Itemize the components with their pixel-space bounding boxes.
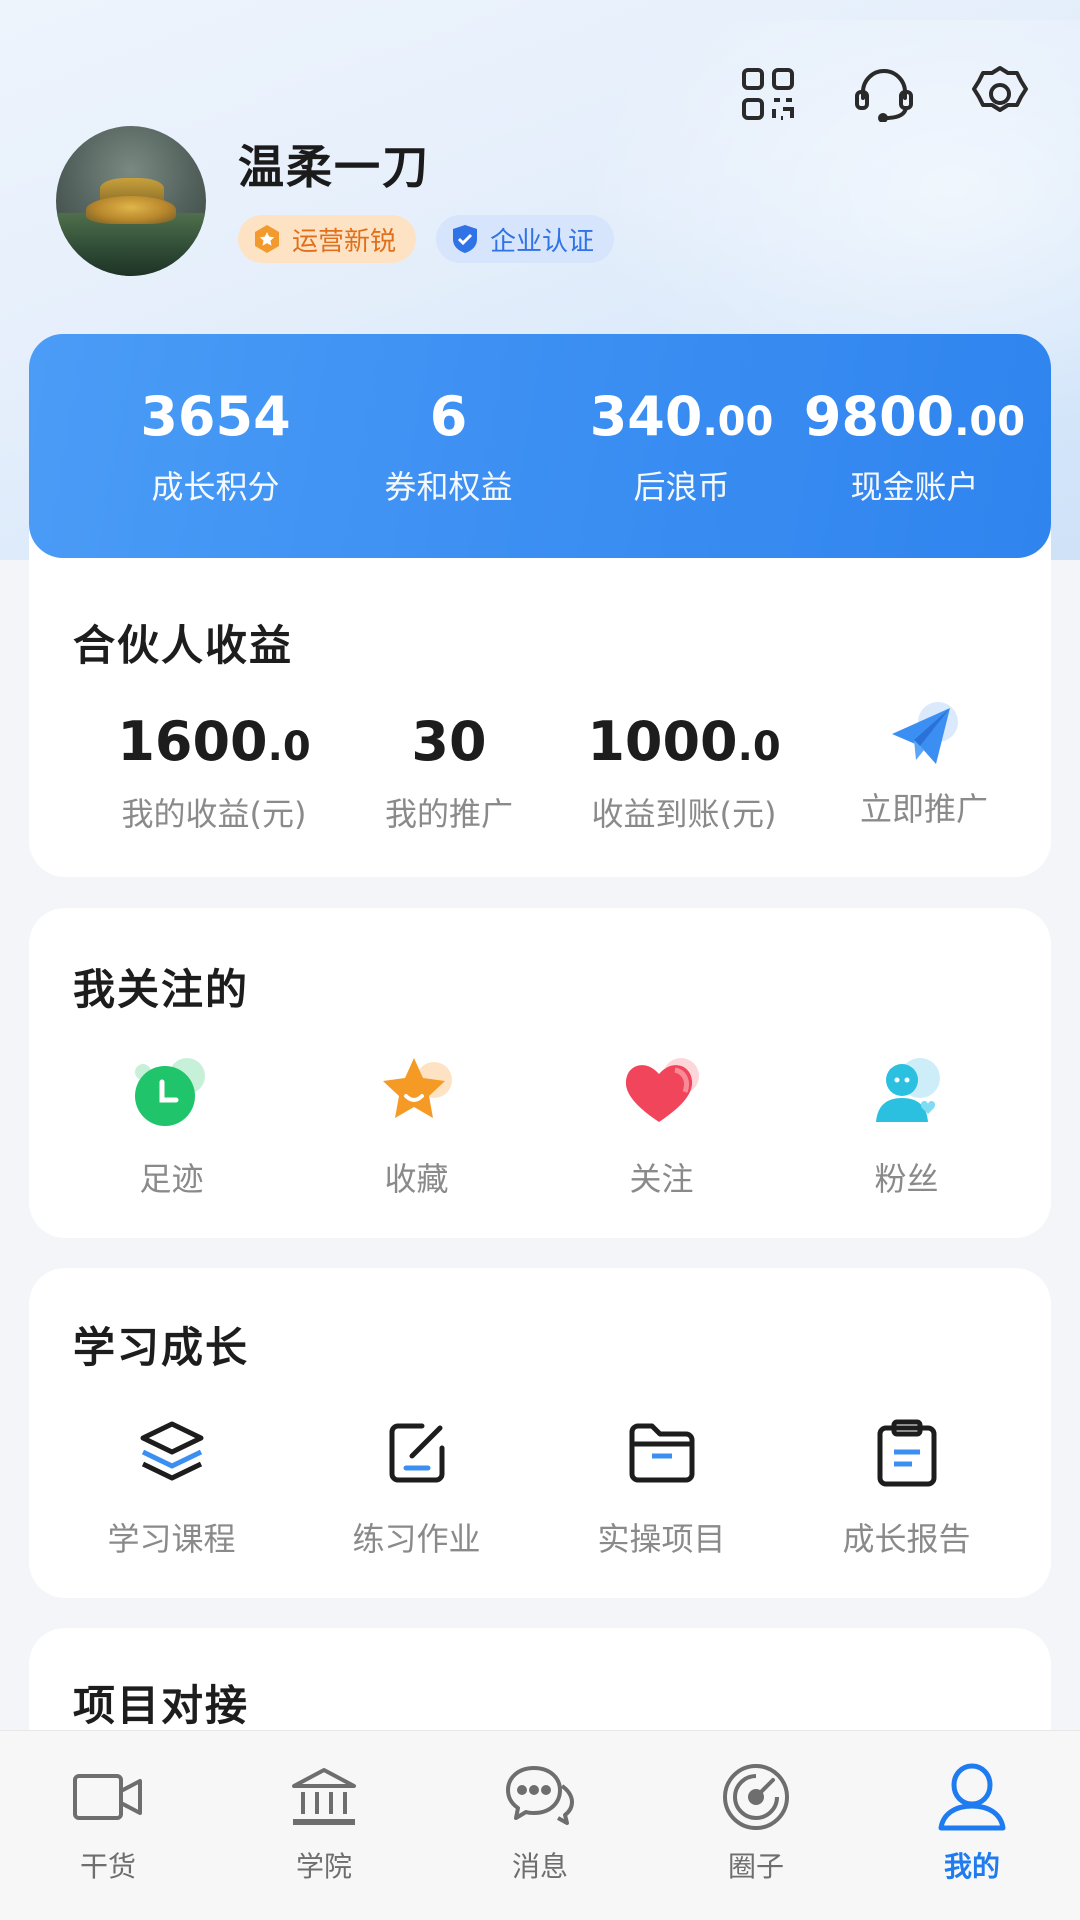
courses-item[interactable]: 学习课程 xyxy=(49,1408,294,1560)
section-title: 学习成长 xyxy=(73,1323,250,1372)
video-icon xyxy=(68,1757,148,1837)
badge-enterprise[interactable]: 企业认证 xyxy=(436,215,615,263)
settings-icon[interactable] xyxy=(968,62,1032,126)
badge-operation[interactable]: 运营新锐 xyxy=(238,215,417,263)
clock-icon xyxy=(127,1048,217,1138)
message-icon xyxy=(500,1757,580,1837)
badge-label: 运营新锐 xyxy=(292,226,397,257)
stat-coupons[interactable]: 6 券和权益 xyxy=(332,385,565,508)
circle-icon xyxy=(716,1757,796,1837)
earnings-received[interactable]: 1000.0 收益到账(元) xyxy=(559,710,809,835)
stat-label: 券和权益 xyxy=(384,467,513,506)
favorites-item[interactable]: 收藏 xyxy=(294,1048,539,1200)
heart-icon xyxy=(617,1048,707,1138)
growth-report-item[interactable]: 成长报告 xyxy=(784,1408,1029,1560)
header-actions xyxy=(736,62,1032,126)
profile-icon xyxy=(932,1757,1012,1837)
section-title: 项目对接 xyxy=(73,1681,250,1730)
user-name: 温柔一刀 xyxy=(238,140,430,194)
stat-label: 成长积分 xyxy=(151,467,280,506)
paper-plane-icon xyxy=(809,702,1039,774)
section-title: 我关注的 xyxy=(73,965,250,1014)
partner-earnings-card: 合伙人收益 1600.0 我的收益(元) 30 我的推广 1000.0 收益到账… xyxy=(29,520,1051,877)
profile-header: 温柔一刀 运营新锐 企业认证 xyxy=(56,126,615,276)
study-growth-card: 学习成长 学习课程 练习作业 实操项目 成长报告 xyxy=(29,1268,1051,1598)
star-badge-icon xyxy=(250,222,284,256)
edit-icon xyxy=(372,1408,462,1498)
tab-mine[interactable]: 我的 xyxy=(864,1731,1080,1920)
folder-icon xyxy=(617,1408,707,1498)
homework-item[interactable]: 练习作业 xyxy=(294,1408,539,1560)
layers-icon xyxy=(127,1408,217,1498)
tab-circle[interactable]: 圈子 xyxy=(648,1731,864,1920)
star-icon xyxy=(372,1048,462,1138)
academy-icon xyxy=(284,1757,364,1837)
my-promotion[interactable]: 30 我的推广 xyxy=(339,710,559,835)
stat-coins[interactable]: 340.00 后浪币 xyxy=(565,385,798,508)
badge-label: 企业认证 xyxy=(490,226,595,257)
footprint-item[interactable]: 足迹 xyxy=(49,1048,294,1200)
customer-service-icon[interactable] xyxy=(852,62,916,126)
tab-dry-goods[interactable]: 干货 xyxy=(0,1731,216,1920)
stat-label: 后浪币 xyxy=(633,467,730,506)
following-card: 我关注的 足迹 收藏 关注 粉丝 xyxy=(29,908,1051,1238)
section-title: 合伙人收益 xyxy=(73,621,294,670)
shield-check-icon xyxy=(448,222,482,256)
clipboard-icon xyxy=(862,1408,952,1498)
stat-growth-points[interactable]: 3654 成长积分 xyxy=(99,385,332,508)
fans-icon xyxy=(862,1048,952,1138)
qrcode-icon[interactable] xyxy=(736,62,800,126)
bottom-tab-bar: 干货 学院 消息 圈子 我的 xyxy=(0,1730,1080,1920)
stat-cash-account[interactable]: 9800.00 现金账户 xyxy=(798,385,1031,508)
fans-item[interactable]: 粉丝 xyxy=(784,1048,1029,1200)
practice-project-item[interactable]: 实操项目 xyxy=(539,1408,784,1560)
tab-academy[interactable]: 学院 xyxy=(216,1731,432,1920)
following-item[interactable]: 关注 xyxy=(539,1048,784,1200)
stat-label: 现金账户 xyxy=(850,467,979,506)
tab-messages[interactable]: 消息 xyxy=(432,1731,648,1920)
promote-now-button[interactable]: 立即推广 xyxy=(809,702,1039,835)
account-stats-card: 3654 成长积分 6 券和权益 340.00 后浪币 9800.00 现金账户 xyxy=(29,334,1051,558)
my-earnings[interactable]: 1600.0 我的收益(元) xyxy=(89,710,339,835)
avatar[interactable] xyxy=(56,126,206,276)
